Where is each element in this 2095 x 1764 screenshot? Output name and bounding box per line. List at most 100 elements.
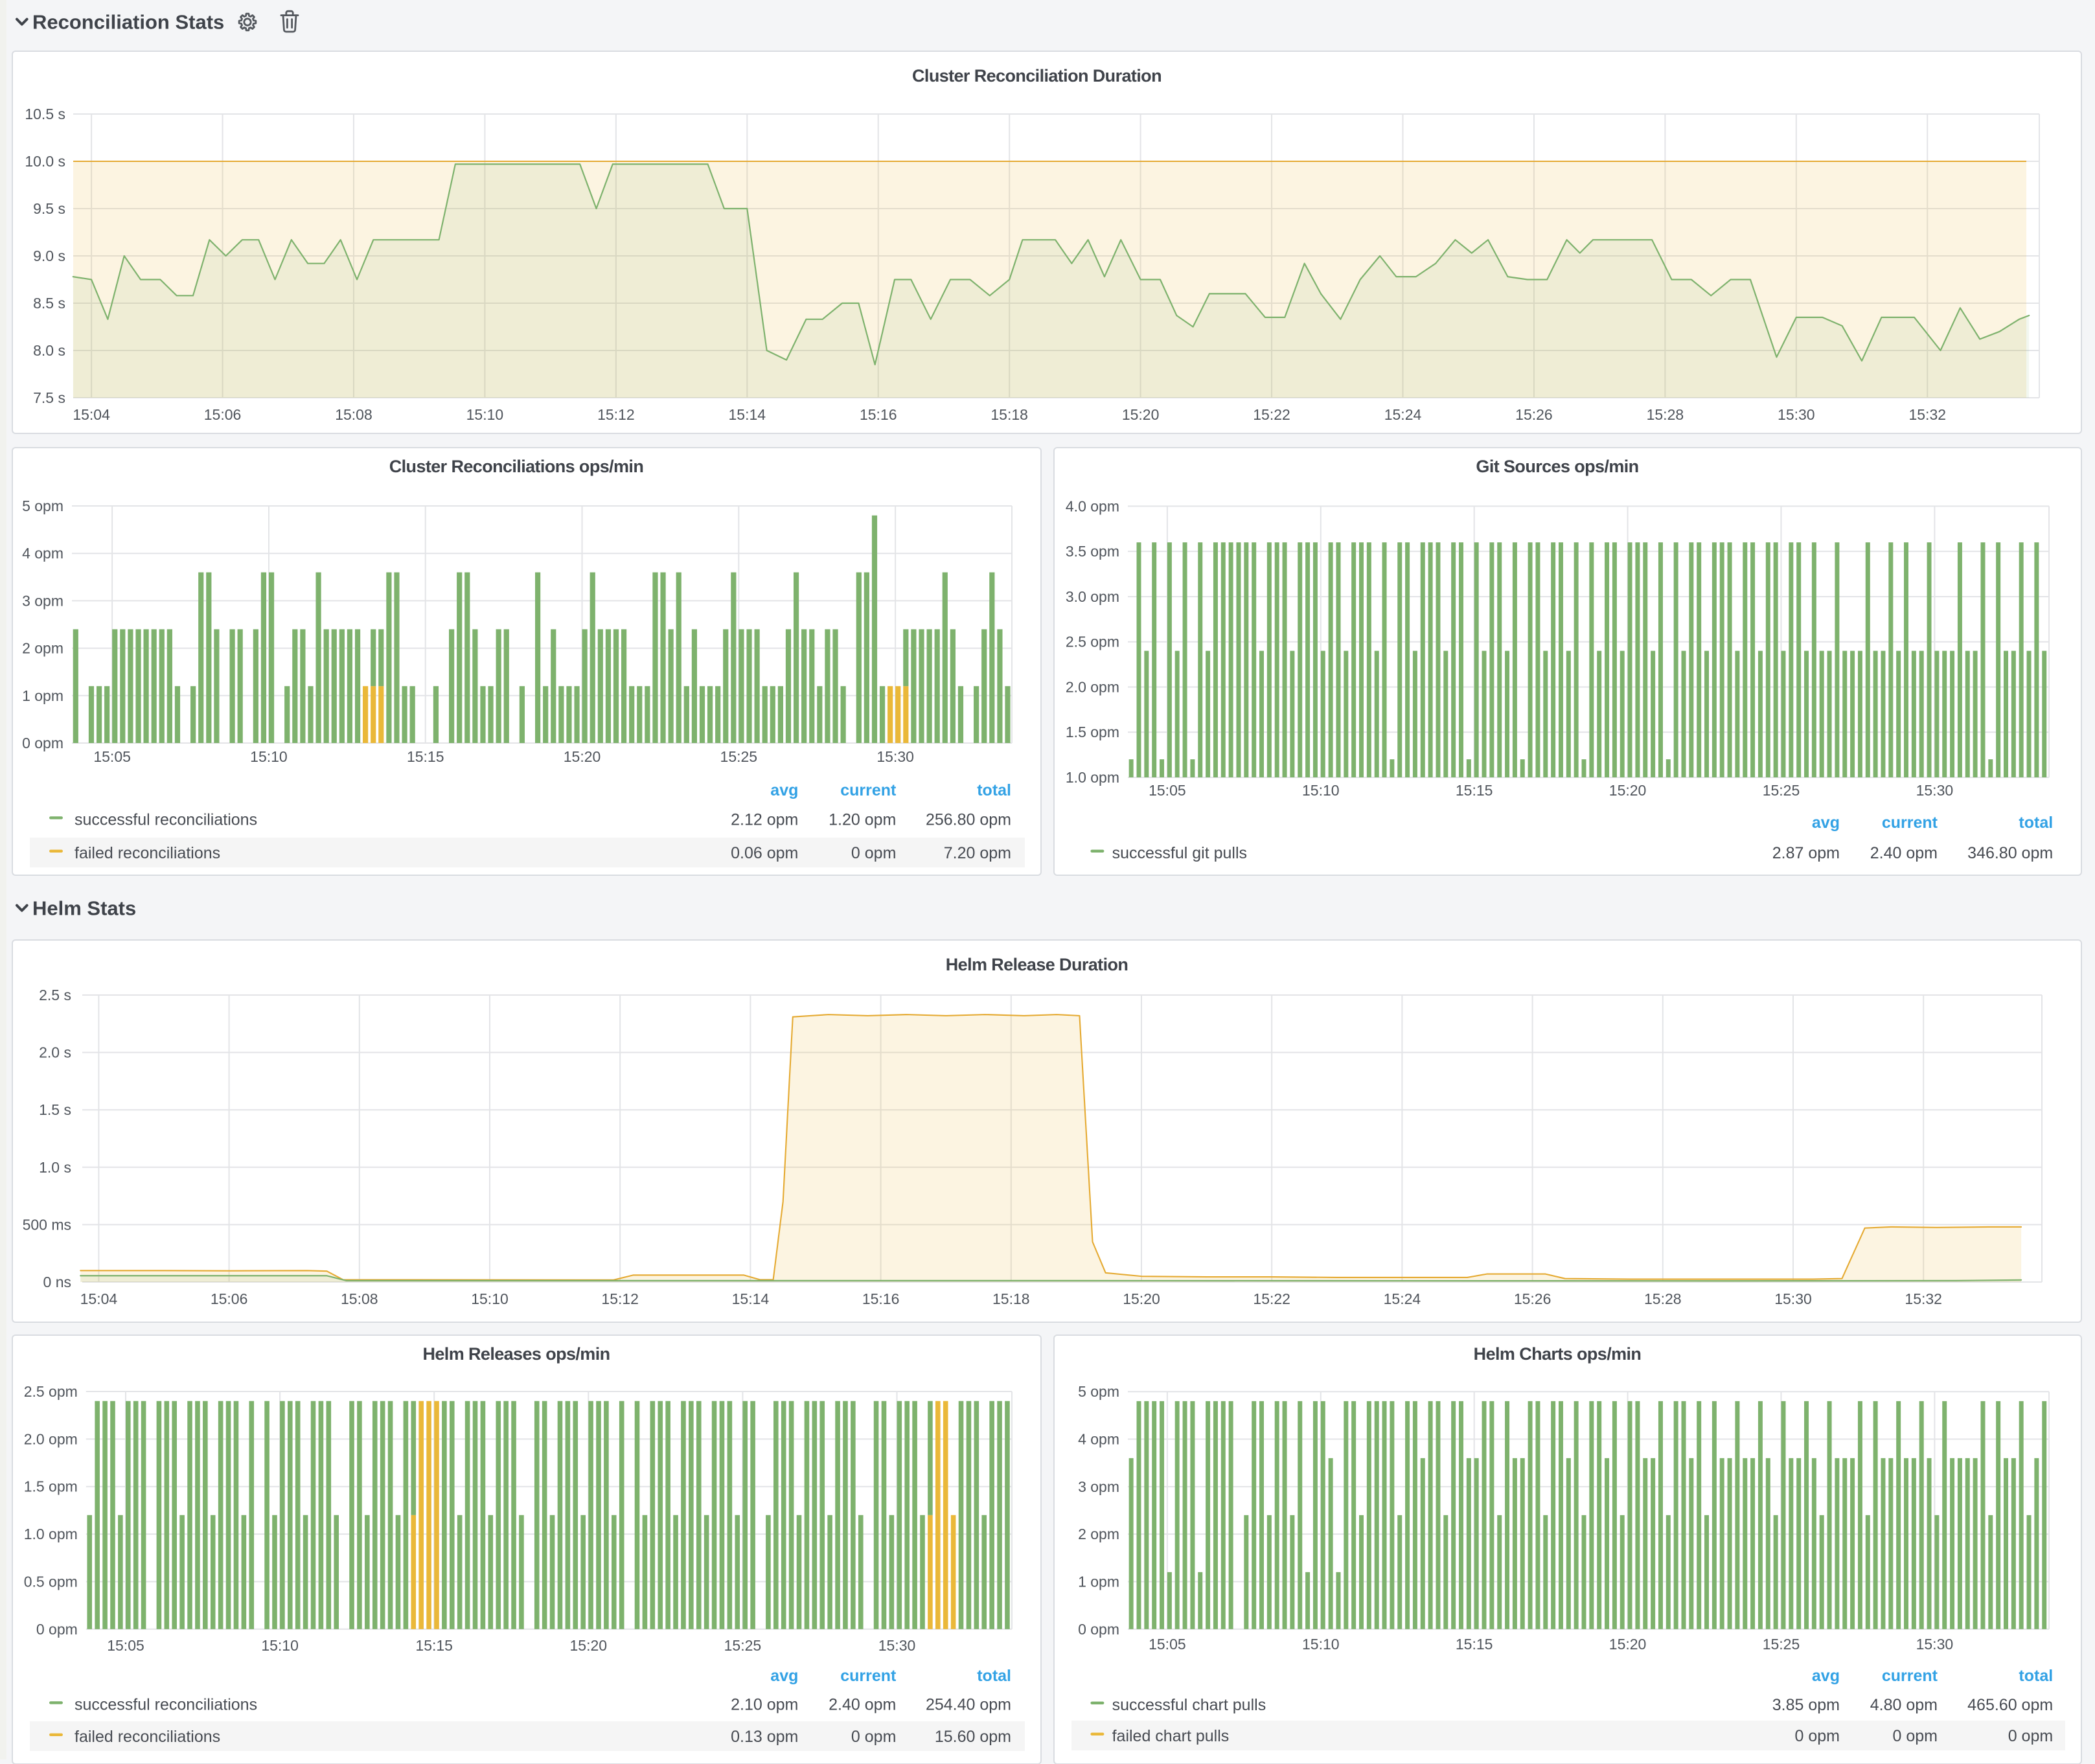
svg-text:15:10: 15:10 [260, 1637, 298, 1654]
svg-text:15:06: 15:06 [210, 1290, 247, 1307]
svg-text:1 opm: 1 opm [21, 687, 63, 704]
svg-text:15:06: 15:06 [203, 406, 241, 423]
svg-text:2.5 opm: 2.5 opm [23, 1383, 77, 1400]
svg-text:0 opm: 0 opm [851, 1728, 895, 1746]
svg-text:2.40 opm: 2.40 opm [1870, 843, 1938, 862]
svg-text:15:16: 15:16 [859, 406, 897, 423]
svg-text:4.80 opm: 4.80 opm [1870, 1696, 1938, 1714]
svg-text:9.5 s: 9.5 s [32, 200, 65, 217]
svg-text:4.0 opm: 4.0 opm [1066, 497, 1119, 514]
svg-text:15:05: 15:05 [1149, 1636, 1186, 1653]
svg-text:15:24: 15:24 [1383, 1290, 1421, 1307]
svg-text:1.0 opm: 1.0 opm [23, 1526, 77, 1542]
svg-text:avg: avg [770, 781, 797, 799]
svg-text:15:25: 15:25 [724, 1637, 761, 1654]
svg-text:0 opm: 0 opm [1795, 1727, 1840, 1745]
svg-text:254.40 opm: 254.40 opm [925, 1696, 1011, 1714]
svg-text:15:15: 15:15 [1456, 781, 1493, 798]
svg-text:total: total [976, 781, 1011, 799]
svg-text:successful git pulls: successful git pulls [1112, 843, 1247, 862]
svg-text:0 opm: 0 opm [2008, 1727, 2053, 1745]
svg-text:15:10: 15:10 [1302, 1636, 1340, 1653]
svg-text:15:22: 15:22 [1252, 406, 1290, 423]
svg-text:15:28: 15:28 [1643, 1290, 1681, 1307]
svg-text:2.0 s: 2.0 s [38, 1044, 71, 1061]
svg-text:15:32: 15:32 [1908, 406, 1945, 423]
svg-text:3.0 opm: 3.0 opm [1066, 588, 1119, 604]
svg-text:15:12: 15:12 [601, 1290, 638, 1307]
svg-text:15:30: 15:30 [1777, 406, 1815, 423]
svg-text:2 opm: 2 opm [1078, 1526, 1119, 1542]
svg-text:0.5 opm: 0.5 opm [23, 1573, 77, 1590]
svg-text:15:10: 15:10 [1302, 781, 1340, 798]
svg-text:1.0 s: 1.0 s [38, 1159, 71, 1176]
svg-text:15:20: 15:20 [563, 748, 601, 764]
svg-text:current: current [840, 1667, 896, 1685]
svg-text:15:26: 15:26 [1513, 1290, 1551, 1307]
svg-text:15:12: 15:12 [597, 406, 634, 423]
svg-text:7.5 s: 7.5 s [32, 389, 65, 406]
svg-text:15:05: 15:05 [1149, 781, 1186, 798]
svg-text:15:08: 15:08 [334, 406, 372, 423]
svg-text:15:25: 15:25 [1763, 781, 1800, 798]
svg-text:avg: avg [1812, 813, 1840, 831]
svg-text:15:10: 15:10 [249, 748, 287, 764]
svg-text:2.5 opm: 2.5 opm [1066, 633, 1119, 650]
svg-text:15:20: 15:20 [1609, 1636, 1647, 1653]
svg-text:10.5 s: 10.5 s [24, 106, 65, 122]
svg-text:15:04: 15:04 [72, 406, 109, 423]
svg-text:2.5 s: 2.5 s [38, 987, 71, 1003]
svg-text:15:10: 15:10 [470, 1290, 508, 1307]
svg-text:5 opm: 5 opm [21, 497, 63, 514]
svg-text:failed reconciliations: failed reconciliations [74, 843, 220, 862]
svg-text:avg: avg [1812, 1667, 1840, 1685]
svg-text:500 ms: 500 ms [22, 1216, 71, 1233]
svg-text:2.10 opm: 2.10 opm [730, 1696, 797, 1714]
svg-text:465.60 opm: 465.60 opm [1967, 1696, 2053, 1714]
svg-text:3 opm: 3 opm [1078, 1478, 1119, 1495]
svg-text:15:05: 15:05 [93, 748, 130, 764]
svg-text:0.06 opm: 0.06 opm [730, 843, 797, 862]
svg-text:1.20 opm: 1.20 opm [828, 810, 895, 829]
svg-text:5 opm: 5 opm [1078, 1383, 1119, 1400]
svg-text:15:18: 15:18 [992, 1290, 1029, 1307]
svg-text:15:30: 15:30 [1916, 781, 1954, 798]
svg-text:15:24: 15:24 [1384, 406, 1421, 423]
svg-text:15:14: 15:14 [728, 406, 766, 423]
svg-text:Helm Charts ops/min: Helm Charts ops/min [1474, 1344, 1642, 1364]
svg-text:current: current [1882, 1667, 1938, 1685]
svg-text:Helm Release Duration: Helm Release Duration [945, 955, 1128, 974]
svg-text:10.0 s: 10.0 s [24, 153, 65, 170]
svg-text:15:15: 15:15 [415, 1637, 452, 1654]
svg-text:1.0 opm: 1.0 opm [1066, 768, 1119, 785]
svg-text:successful chart pulls: successful chart pulls [1112, 1696, 1266, 1714]
svg-text:1.5 opm: 1.5 opm [1066, 723, 1119, 740]
svg-text:15:25: 15:25 [1763, 1636, 1800, 1653]
svg-text:successful reconciliations: successful reconciliations [74, 810, 257, 829]
svg-text:256.80 opm: 256.80 opm [925, 810, 1011, 829]
svg-text:15:30: 15:30 [876, 748, 913, 764]
svg-text:15:10: 15:10 [466, 406, 503, 423]
svg-text:15:15: 15:15 [1456, 1636, 1493, 1653]
svg-text:15:30: 15:30 [1774, 1290, 1811, 1307]
svg-text:2.0 opm: 2.0 opm [23, 1430, 77, 1447]
svg-text:current: current [840, 781, 896, 799]
svg-text:Helm Stats: Helm Stats [32, 897, 136, 920]
svg-text:0 opm: 0 opm [1893, 1727, 1938, 1745]
svg-text:15:04: 15:04 [80, 1290, 117, 1307]
svg-text:15:25: 15:25 [720, 748, 757, 764]
svg-text:0 opm: 0 opm [36, 1621, 77, 1638]
svg-text:3 opm: 3 opm [21, 591, 63, 608]
svg-text:4 opm: 4 opm [1078, 1431, 1119, 1448]
svg-text:Cluster Reconciliations ops/mi: Cluster Reconciliations ops/min [389, 456, 643, 475]
svg-text:15:05: 15:05 [106, 1637, 144, 1654]
svg-text:8.0 s: 8.0 s [32, 342, 65, 359]
svg-text:3.85 opm: 3.85 opm [1772, 1696, 1840, 1714]
svg-text:15:20: 15:20 [1121, 406, 1159, 423]
svg-text:0.13 opm: 0.13 opm [730, 1728, 797, 1746]
svg-text:15:20: 15:20 [1609, 781, 1647, 798]
svg-text:3.5 opm: 3.5 opm [1066, 542, 1119, 559]
svg-text:15:15: 15:15 [406, 748, 444, 764]
svg-text:15:28: 15:28 [1646, 406, 1684, 423]
svg-text:total: total [2019, 1667, 2053, 1685]
